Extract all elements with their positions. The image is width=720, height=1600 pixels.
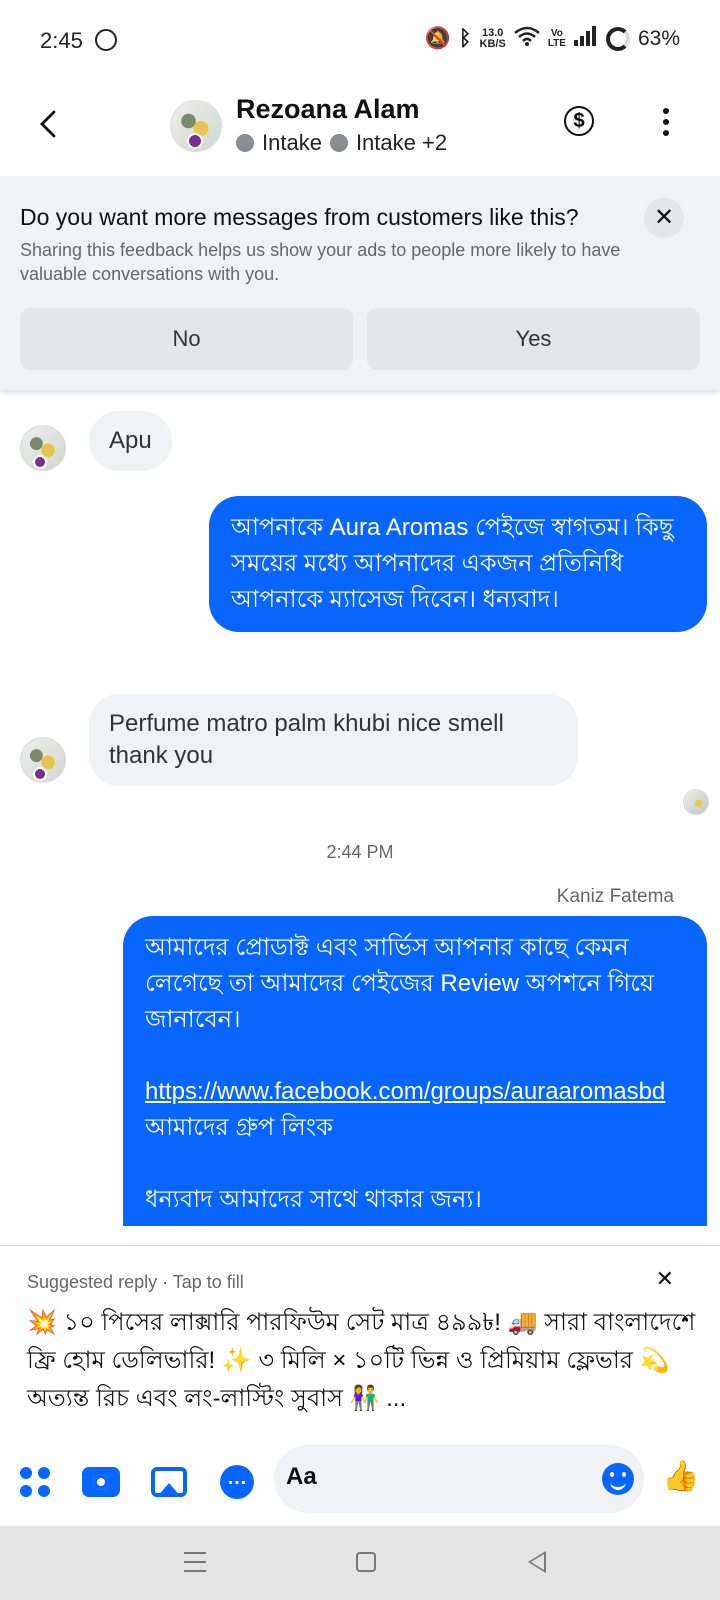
outgoing-message[interactable]: আপনাকে Aura Aromas পেইজে স্বাগতম। কিছু স…	[209, 496, 707, 632]
suggested-reply-text[interactable]: 💥 ১০ পিসের লাক্সারি পারফিউম সেট মাত্র ৪৯…	[27, 1304, 697, 1418]
message-composer: … Aa 👍	[0, 1445, 720, 1525]
feedback-prompt: Do you want more messages from customers…	[0, 176, 720, 390]
label-dot-icon	[329, 134, 348, 152]
close-icon[interactable]: ✕	[644, 198, 684, 238]
volte-bottom: LTE	[547, 38, 566, 49]
back-icon[interactable]	[528, 1551, 546, 1573]
status-icons: 🔕 ᛒ 13.0 KB/S Vo LTE 63%	[425, 26, 680, 52]
battery-percent: 63%	[637, 27, 680, 50]
status-bar: 2:45 🔕 ᛒ 13.0 KB/S Vo LTE 63%	[0, 0, 720, 80]
close-icon[interactable]: ✕	[656, 1266, 674, 1292]
message-input[interactable]: Aa	[274, 1445, 644, 1513]
incoming-message[interactable]: Perfume matro palm khubi nice smell than…	[89, 694, 578, 786]
signal-icon	[573, 26, 598, 52]
messenger-conversation-screen: 2:45 🔕 ᛒ 13.0 KB/S Vo LTE 63% Rezoana Al…	[0, 0, 720, 1600]
home-icon[interactable]	[356, 1552, 376, 1572]
incoming-message[interactable]: Apu	[89, 411, 172, 471]
feedback-subtitle: Sharing this feedback helps us show your…	[20, 240, 621, 284]
wifi-icon	[514, 26, 540, 52]
message-link-line: https://www.facebook.com/groups/auraarom…	[145, 1074, 685, 1146]
dollar-icon[interactable]: $	[564, 106, 594, 136]
messenger-icon[interactable]: …	[220, 1465, 254, 1499]
conversation-header: Rezoana Alam Intake Intake +2 $	[0, 80, 720, 176]
emoji-icon[interactable]	[602, 1463, 634, 1495]
feedback-no-button[interactable]: No	[20, 308, 353, 370]
sender-avatar[interactable]	[20, 737, 66, 783]
volte-indicator: Vo LTE	[548, 29, 566, 49]
recent-apps-icon[interactable]	[184, 1552, 206, 1572]
network-speed: 13.0 KB/S	[480, 28, 506, 50]
outgoing-message[interactable]: আমাদের প্রোডাক্ট এবং সার্ভিস আপনার কাছে …	[123, 916, 707, 1226]
more-vertical-icon[interactable]	[662, 108, 670, 136]
suggested-reply-header: Suggested reply · Tap to fill	[27, 1272, 244, 1292]
apps-grid-icon[interactable]	[20, 1467, 50, 1497]
contact-labels[interactable]: Intake Intake +2	[236, 130, 455, 156]
back-chevron-icon[interactable]	[36, 106, 60, 142]
group-link[interactable]: https://www.facebook.com/groups/auraarom…	[145, 1078, 665, 1105]
bluetooth-icon: ᛒ	[458, 27, 472, 50]
camera-icon[interactable]	[82, 1467, 120, 1497]
image-icon[interactable]	[151, 1467, 187, 1497]
label-intake-more: Intake +2	[355, 130, 448, 155]
sender-avatar[interactable]	[20, 425, 66, 471]
message-timestamp: 2:44 PM	[326, 842, 394, 862]
message-input-placeholder: Aa	[286, 1463, 317, 1490]
feedback-yes-button[interactable]: Yes	[367, 308, 700, 370]
message-text: ধন্যবাদ আমাদের সাথে থাকার জন্য।	[145, 1186, 482, 1213]
system-navigation-bar	[0, 1526, 720, 1600]
battery-icon	[605, 27, 630, 51]
message-text: আমাদের প্রোডাক্ট এবং সার্ভিস আপনার কাছে …	[145, 934, 655, 1033]
seen-receipt-avatar	[683, 789, 709, 815]
mute-bell-icon: 🔕	[424, 27, 451, 50]
feedback-question: Do you want more messages from customers…	[20, 204, 579, 230]
network-speed-unit: KB/S	[479, 38, 506, 50]
label-intake: Intake	[262, 130, 322, 155]
label-dot-icon	[236, 134, 254, 152]
status-time: 2:45	[40, 28, 83, 53]
contact-name[interactable]: Rezoana Alam	[236, 94, 420, 125]
contact-avatar[interactable]	[170, 100, 222, 152]
like-icon[interactable]: 👍	[662, 1459, 699, 1495]
link-suffix: আমাদের গ্রুপ লিংক	[145, 1114, 333, 1141]
sender-name: Kaniz Fatema	[556, 886, 674, 907]
whatsapp-icon	[95, 29, 117, 51]
suggested-reply-panel[interactable]: Suggested reply · Tap to fill ✕ 💥 ১০ পিস…	[0, 1245, 720, 1445]
